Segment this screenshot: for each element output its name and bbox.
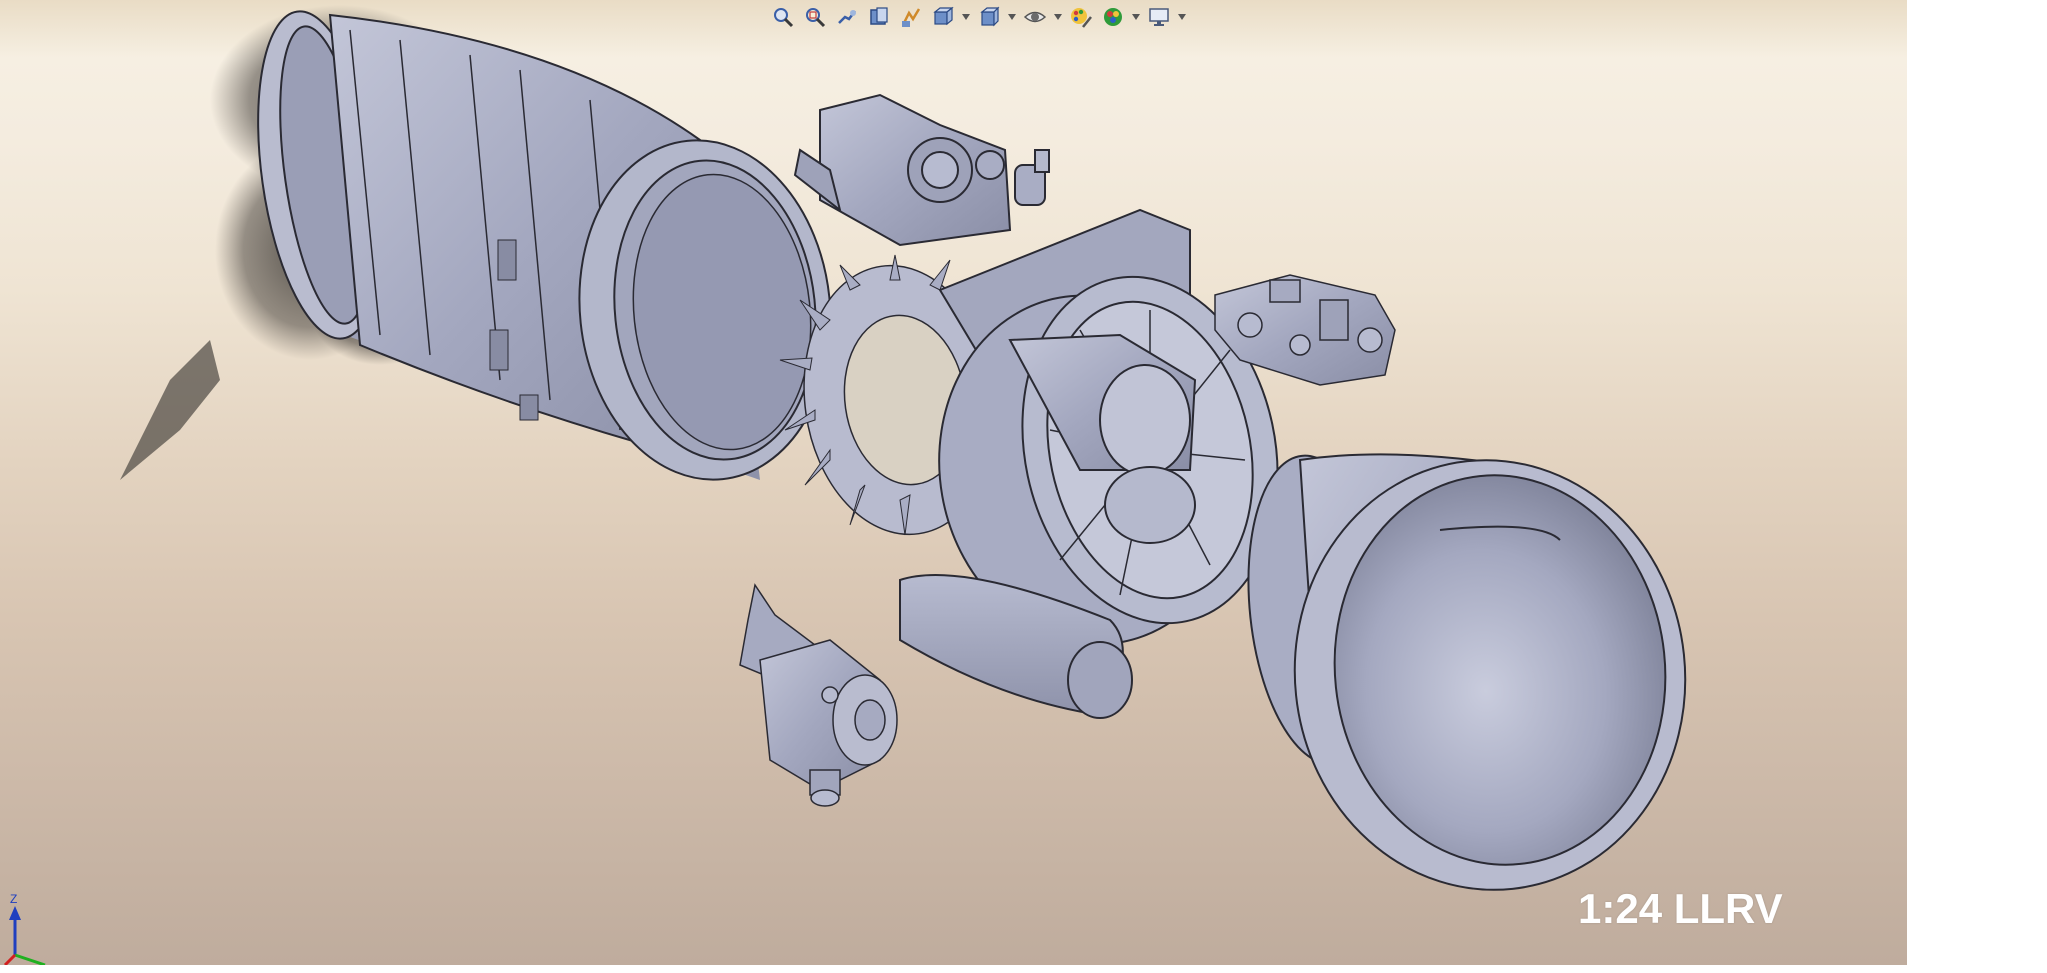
zoom-to-fit-icon[interactable] <box>768 2 798 32</box>
coordinate-triad <box>3 906 46 965</box>
display-style-icon[interactable] <box>974 2 1004 32</box>
view-orientation-icon[interactable] <box>928 2 958 32</box>
graphics-area[interactable]: Z 1:24 LLRV <box>0 0 1907 965</box>
heads-up-view-toolbar <box>768 2 1188 32</box>
blank-margin-bottom <box>0 965 1907 973</box>
starter-motor[interactable] <box>739 583 898 807</box>
apply-scene-icon[interactable] <box>1098 2 1128 32</box>
section-view-icon[interactable] <box>864 2 894 32</box>
scale-label: 1:24 LLRV <box>1578 885 1783 932</box>
apply-scene-dropdown[interactable] <box>1130 2 1142 32</box>
outer-casing[interactable] <box>240 4 847 493</box>
view-orientation-dropdown[interactable] <box>960 2 972 32</box>
intake-bellmouth[interactable] <box>1234 441 1706 909</box>
blank-margin-right <box>1907 0 2047 973</box>
view-settings-dropdown[interactable] <box>1176 2 1188 32</box>
zoom-to-area-icon[interactable] <box>800 2 830 32</box>
dynamic-annotation-icon[interactable] <box>896 2 926 32</box>
previous-view-icon[interactable] <box>832 2 862 32</box>
triad-z-label: Z <box>10 892 18 906</box>
gearbox-housing[interactable] <box>793 93 1050 247</box>
edit-appearance-icon[interactable] <box>1066 2 1096 32</box>
model-scene[interactable] <box>0 0 1907 965</box>
hide-show-items-dropdown[interactable] <box>1052 2 1064 32</box>
hide-show-items-icon[interactable] <box>1020 2 1050 32</box>
display-style-dropdown[interactable] <box>1006 2 1018 32</box>
view-settings-icon[interactable] <box>1144 2 1174 32</box>
